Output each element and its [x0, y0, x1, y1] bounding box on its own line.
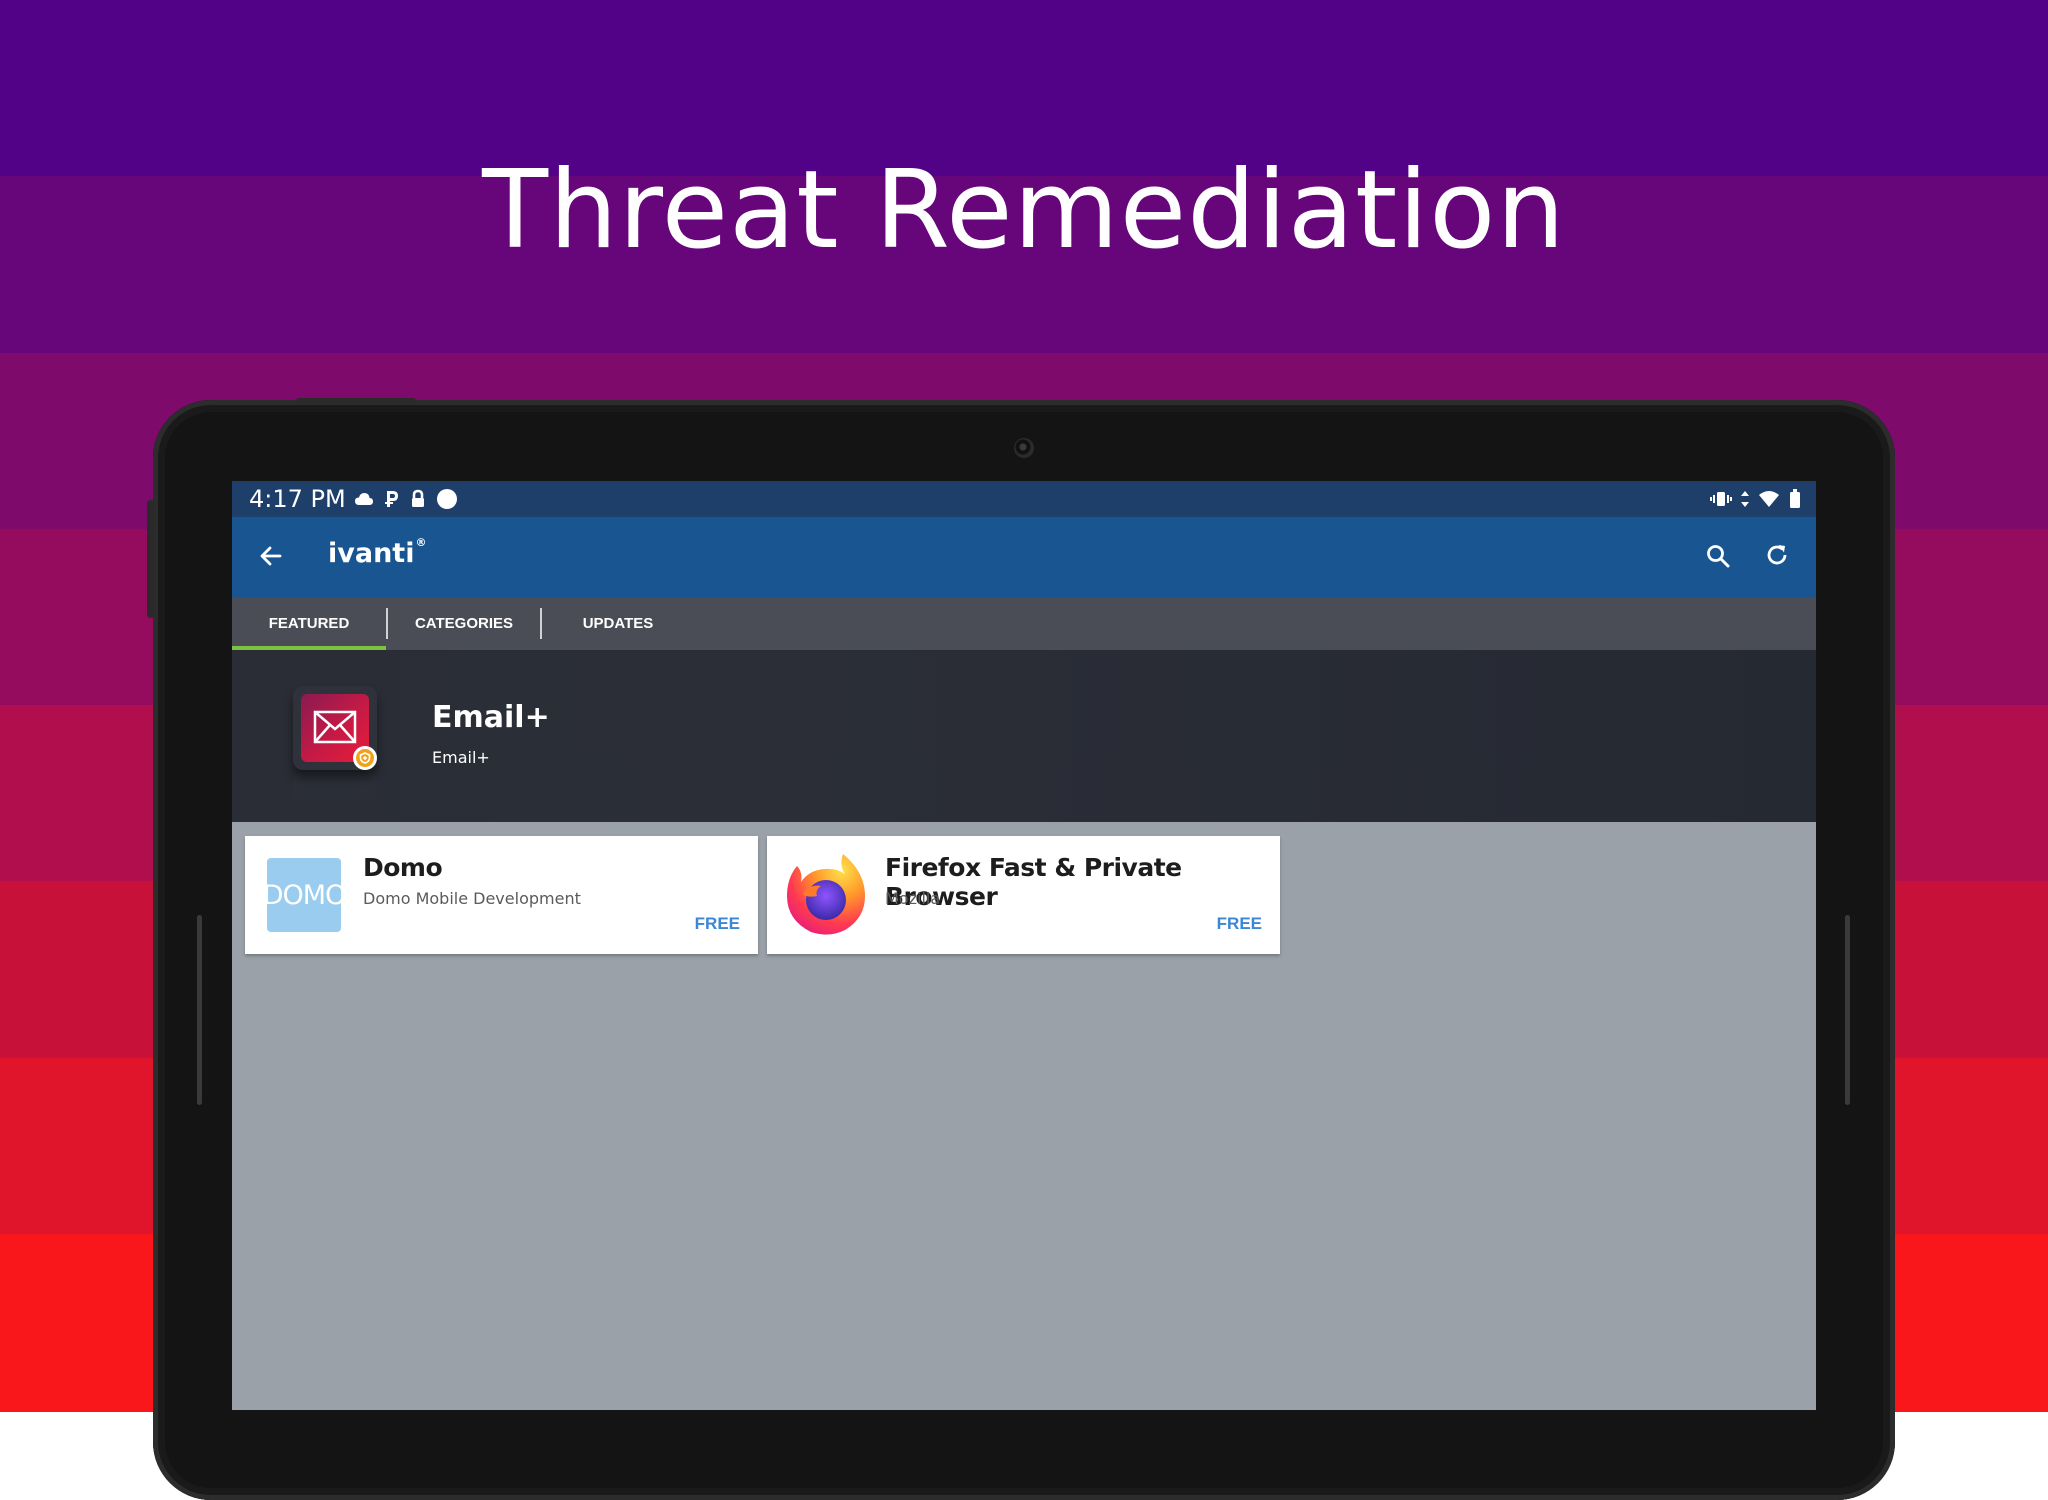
firefox-icon — [787, 854, 865, 935]
speaker-grille-right — [1845, 915, 1850, 1105]
circle-icon — [437, 489, 457, 509]
app-bar: ivanti® — [232, 517, 1816, 597]
data-arrows-icon — [1741, 491, 1749, 507]
tab-categories[interactable]: CATEGORIES — [388, 597, 540, 650]
featured-title: Email+ — [432, 700, 550, 735]
tab-updates[interactable]: UPDATES — [542, 597, 694, 650]
tab-label: CATEGORIES — [414, 615, 514, 632]
volume-button — [296, 398, 416, 404]
p-icon — [385, 491, 398, 507]
logo-text: ivanti — [328, 538, 415, 569]
domo-icon: DOMO — [263, 858, 346, 932]
featured-banner[interactable]: Email+ Email+ — [232, 650, 1816, 822]
battery-icon — [1790, 489, 1800, 508]
speaker-grille-left — [197, 915, 202, 1105]
status-time: 4:17 PM — [249, 485, 346, 513]
device-screen: 4:17 PM ivanti® FEATURED CATEGORIES UPDA… — [232, 481, 1816, 1410]
search-icon[interactable] — [1705, 543, 1731, 569]
app-developer: Domo Mobile Development — [363, 889, 581, 908]
wifi-icon — [1759, 491, 1779, 507]
tab-label: UPDATES — [582, 615, 654, 632]
featured-app-icon[interactable] — [293, 686, 377, 770]
email-plus-icon — [301, 694, 377, 770]
logo-mark: ® — [415, 536, 427, 549]
app-card-domo[interactable]: DOMO Domo Domo Mobile Development FREE — [245, 836, 758, 954]
refresh-icon[interactable] — [1764, 542, 1790, 568]
page-headline: Threat Remediation — [482, 148, 1566, 273]
shield-badge-icon — [353, 746, 377, 770]
lock-icon — [412, 489, 424, 507]
app-price[interactable]: FREE — [695, 914, 740, 934]
app-card-firefox[interactable]: Firefox Fast & Private Browser Mozilla F… — [767, 836, 1280, 954]
vibrate-icon — [1710, 492, 1732, 506]
app-developer: Mozilla — [885, 889, 941, 908]
power-button — [147, 500, 155, 618]
ivanti-logo: ivanti® — [328, 536, 427, 569]
app-price[interactable]: FREE — [1217, 914, 1262, 934]
tab-featured[interactable]: FEATURED — [232, 597, 386, 650]
featured-subtitle: Email+ — [432, 748, 490, 767]
app-name: Firefox Fast & Private Browser — [885, 853, 1182, 911]
tab-label: FEATURED — [268, 615, 350, 632]
icon-reflection — [293, 772, 377, 802]
cloud-icon — [355, 493, 373, 505]
app-name: Domo — [363, 853, 443, 882]
status-bar: 4:17 PM — [232, 481, 1816, 517]
front-camera — [1014, 438, 1034, 458]
back-arrow-icon[interactable] — [258, 543, 284, 569]
app-list: DOMO Domo Domo Mobile Development FREE F… — [245, 836, 1280, 954]
tab-bar: FEATURED CATEGORIES UPDATES — [232, 597, 1816, 650]
